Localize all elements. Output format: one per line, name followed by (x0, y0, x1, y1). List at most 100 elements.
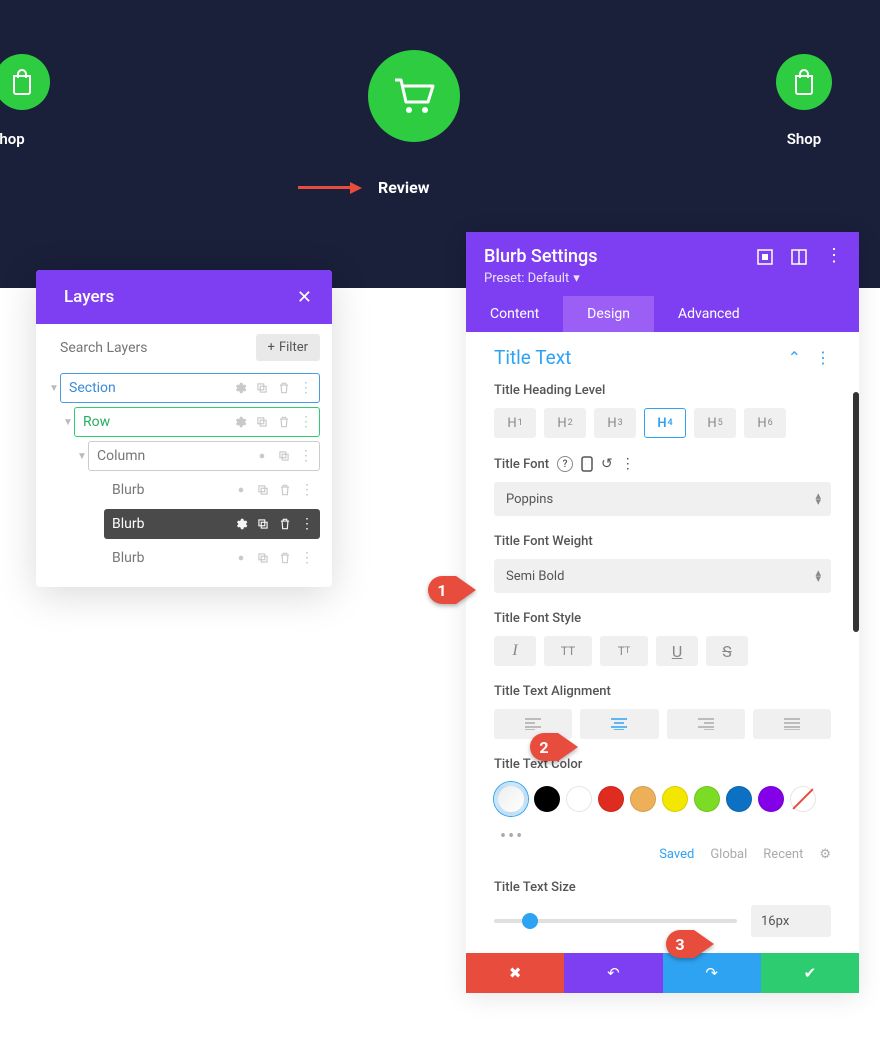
tab-advanced[interactable]: Advanced (654, 296, 764, 332)
color-swatch-black[interactable] (534, 786, 560, 812)
trash-icon[interactable] (275, 379, 293, 397)
tree-item-blurb[interactable]: Blurb ⋮ (104, 473, 320, 507)
preset-selector[interactable]: Preset: Default▾ (484, 271, 841, 286)
settings-tabs: Content Design Advanced (466, 296, 859, 332)
undo-button[interactable]: ↶ (564, 953, 662, 993)
duplicate-icon[interactable] (254, 515, 272, 533)
shop-step-left: hop (0, 54, 50, 148)
phone-icon[interactable] (581, 456, 593, 472)
slider-thumb[interactable] (522, 913, 538, 929)
color-swatch-white[interactable] (566, 786, 592, 812)
dots-icon[interactable]: ⋮ (298, 481, 316, 499)
caret-icon[interactable]: ▼ (62, 417, 74, 428)
dots-icon[interactable]: ⋮ (815, 348, 831, 367)
tree-item-column[interactable]: ▼ Column ⋮ (76, 439, 320, 473)
chevron-down-icon: ▾ (573, 271, 580, 286)
dots-icon[interactable]: ⋮ (298, 515, 316, 533)
gear-icon[interactable] (232, 549, 250, 567)
tree-item-row[interactable]: ▼ Row ⋮ (62, 405, 320, 439)
color-swatch-purple[interactable] (758, 786, 784, 812)
size-slider[interactable] (494, 919, 737, 923)
align-justify-button[interactable] (753, 709, 831, 739)
gear-icon[interactable]: ⚙ (819, 847, 831, 862)
trash-icon[interactable] (275, 413, 293, 431)
layers-search-input[interactable] (60, 340, 256, 356)
expand-icon[interactable] (757, 249, 773, 265)
color-tab-recent[interactable]: Recent (763, 847, 803, 862)
uppercase-button[interactable]: TT (544, 636, 592, 666)
heading-h6[interactable]: H6 (744, 408, 786, 438)
review-pointer: Review (298, 178, 430, 197)
redo-button[interactable]: ↷ (663, 953, 761, 993)
label-font-style: Title Font Style (494, 611, 831, 626)
heading-h3[interactable]: H3 (594, 408, 636, 438)
dots-icon[interactable]: ⋮ (297, 413, 315, 431)
help-icon[interactable]: ? (557, 456, 573, 472)
tree-item-section[interactable]: ▼ Section ⋮ (48, 371, 320, 405)
align-center-button[interactable] (580, 709, 658, 739)
caret-icon[interactable]: ▼ (48, 383, 60, 394)
trash-icon[interactable] (276, 481, 294, 499)
section-title[interactable]: Title Text (494, 346, 571, 369)
trash-icon[interactable] (276, 515, 294, 533)
smallcaps-button[interactable]: TT (600, 636, 648, 666)
shop-step-right: Shop (776, 54, 832, 148)
dots-icon[interactable]: ⋮ (621, 456, 635, 472)
trash-icon[interactable] (276, 549, 294, 567)
align-right-button[interactable] (667, 709, 745, 739)
more-dots-icon[interactable]: ••• (494, 826, 831, 847)
color-swatch-red[interactable] (598, 786, 624, 812)
font-style-group: I TT TT U S (494, 636, 831, 666)
cancel-button[interactable]: ✖ (466, 953, 564, 993)
caret-icon[interactable]: ▼ (76, 451, 88, 462)
color-swatch-orange[interactable] (630, 786, 656, 812)
duplicate-icon[interactable] (253, 413, 271, 431)
gear-icon[interactable] (232, 481, 250, 499)
color-swatch-current[interactable] (494, 782, 528, 816)
settings-body: Title Text ⌃ ⋮ Title Heading Level H1 H2… (466, 332, 859, 953)
duplicate-icon[interactable] (254, 481, 272, 499)
reset-icon[interactable]: ↺ (601, 456, 613, 472)
color-swatch-green[interactable] (694, 786, 720, 812)
plus-icon: + (268, 340, 275, 355)
layers-panel: Layers ✕ +Filter ▼ Section ⋮ ▼ Row (36, 270, 332, 587)
heading-h1[interactable]: H1 (494, 408, 536, 438)
color-swatch-none[interactable] (790, 786, 816, 812)
tree-item-blurb[interactable]: Blurb ⋮ (104, 541, 320, 575)
underline-button[interactable]: U (656, 636, 698, 666)
color-tab-saved[interactable]: Saved (659, 847, 694, 862)
grid-icon[interactable] (791, 249, 807, 265)
heading-h4[interactable]: H4 (644, 408, 686, 438)
dots-icon[interactable]: ⋮ (298, 549, 316, 567)
heading-h2[interactable]: H2 (544, 408, 586, 438)
save-button[interactable]: ✔ (761, 953, 859, 993)
dots-icon[interactable]: ⋮ (825, 249, 841, 265)
size-value-input[interactable]: 16px (751, 905, 831, 937)
font-select[interactable]: Poppins ▴▾ (494, 482, 831, 516)
chevron-up-icon[interactable]: ⌃ (788, 348, 801, 367)
label-alignment: Title Text Alignment (494, 684, 831, 699)
scrollbar[interactable] (853, 392, 859, 632)
tree-item-blurb-active[interactable]: Blurb ⋮ (104, 507, 320, 541)
tab-content[interactable]: Content (466, 296, 563, 332)
heading-h5[interactable]: H5 (694, 408, 736, 438)
gear-icon[interactable] (231, 379, 249, 397)
gear-icon[interactable] (231, 413, 249, 431)
duplicate-icon[interactable] (275, 447, 293, 465)
color-tab-global[interactable]: Global (710, 847, 747, 862)
italic-button[interactable]: I (494, 636, 536, 666)
select-arrows-icon: ▴▾ (815, 493, 821, 505)
tab-design[interactable]: Design (563, 296, 654, 332)
gear-icon[interactable] (232, 515, 250, 533)
duplicate-icon[interactable] (253, 379, 271, 397)
filter-button[interactable]: +Filter (256, 334, 320, 361)
font-weight-select[interactable]: Semi Bold ▴▾ (494, 559, 831, 593)
color-swatch-blue[interactable] (726, 786, 752, 812)
strikethrough-button[interactable]: S (706, 636, 748, 666)
color-swatch-yellow[interactable] (662, 786, 688, 812)
duplicate-icon[interactable] (254, 549, 272, 567)
gear-icon[interactable] (253, 447, 271, 465)
dots-icon[interactable]: ⋮ (297, 447, 315, 465)
dots-icon[interactable]: ⋮ (297, 379, 315, 397)
close-icon[interactable]: ✕ (297, 287, 312, 308)
